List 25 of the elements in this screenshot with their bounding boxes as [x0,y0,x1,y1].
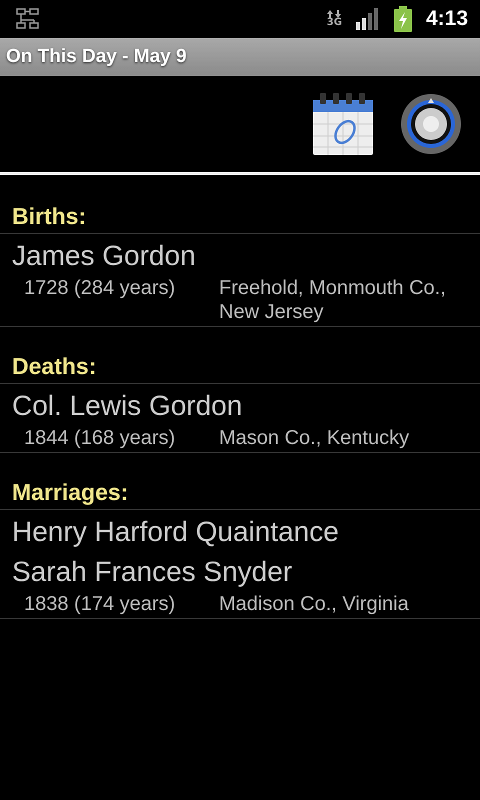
person-name: Henry Harford Quaintance [12,515,340,549]
event-place: Madison Co., Virginia [219,592,410,616]
network-icon [16,8,40,30]
person-name: James Gordon [12,239,197,273]
event-row[interactable]: James Gordon 1728 (284 years) Freehold, Monmouth Co., New Jersey [0,234,480,327]
signal-icon [356,8,380,30]
event-row[interactable]: Col. Lewis Gordon 1844 (168 years) Mason Co., Kentucky [0,384,480,453]
clock-time: 4:13 [426,7,468,31]
person-name: Sarah Frances Snyder [12,555,294,589]
network-type-label: 3G [326,18,342,28]
event-date: 1838 (174 years) [24,592,176,616]
person-name: Col. Lewis Gordon [12,389,244,423]
dial-icon[interactable] [400,93,462,155]
event-place: Mason Co., Kentucky [219,426,410,450]
event-date: 1844 (168 years) [24,426,176,450]
data-arrows-icon [327,10,342,18]
window-title: On This Day - May 9 [6,46,187,68]
section-heading: Births: [0,201,480,234]
event-place: Freehold, Monmouth Co., New Jersey [219,276,447,324]
battery-charging-icon [394,6,412,32]
section-heading: Deaths: [0,351,480,384]
section-heading: Marriages: [0,477,480,510]
event-row[interactable]: Henry Harford Quaintance Sarah Frances Snyder 1838 (174 years) Madison Co., Virginia [0,510,480,619]
calendar-icon[interactable] [312,92,374,156]
event-date: 1728 (284 years) [24,276,176,301]
